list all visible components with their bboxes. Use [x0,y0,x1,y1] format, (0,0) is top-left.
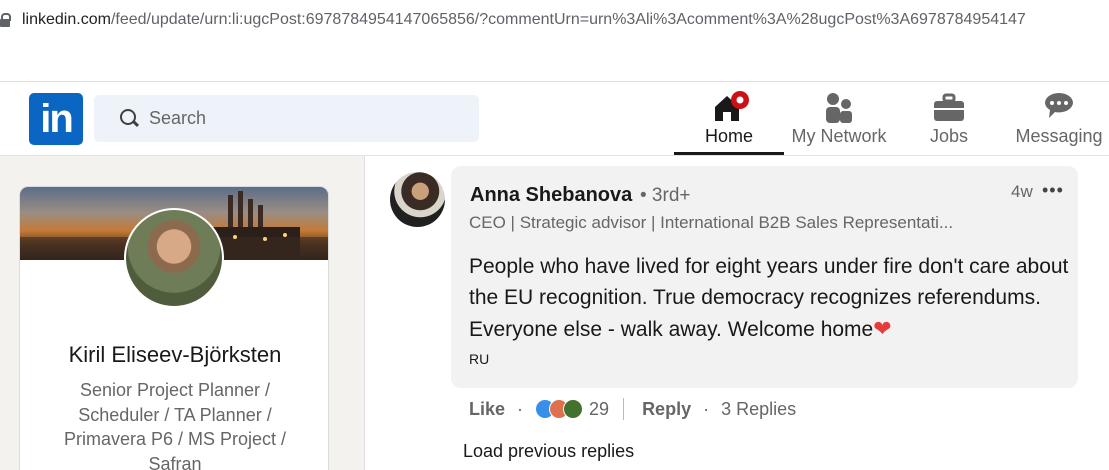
lock-icon [0,13,11,27]
nav-home[interactable]: Home [674,82,784,155]
commenter-name[interactable]: Anna Shebanova [470,184,632,207]
replies-count[interactable]: 3 Replies [721,399,796,420]
reply-button[interactable]: Reply [642,399,691,420]
nav-my-network[interactable]: My Network [786,82,892,156]
bookmarks-bar [0,40,1109,82]
url-host: linkedin.com [22,11,111,28]
profile-name[interactable]: Kiril Eliseev-Björksten [20,342,328,368]
search-input[interactable] [149,108,449,129]
support-reaction-icon [563,399,584,419]
nav-my-network-label: My Network [791,126,887,146]
more-options-icon[interactable]: ••• [1042,180,1064,201]
like-button[interactable]: Like [469,399,505,420]
search-icon [120,108,140,129]
connection-degree: • 3rd+ [640,185,691,206]
comment-actions: Like · 29 Reply · 3 Replies [469,396,796,422]
comment-text: People who have lived for eight years un… [469,251,1069,345]
profile-banner [20,187,328,308]
comment-time: 4w [1011,182,1033,201]
url-text[interactable]: linkedin.com/feed/update/urn:li:ugcPost:… [22,11,1026,29]
commenter-headline: CEO | Strategic advisor | International … [469,213,954,232]
load-previous-replies[interactable]: Load previous replies [463,441,634,462]
browser-url-bar[interactable]: linkedin.com/feed/update/urn:li:ugcPost:… [0,0,1109,40]
profile-avatar[interactable] [124,208,224,308]
nav-home-label: Home [704,126,753,146]
separator-dot: · [517,398,524,419]
linkedin-logo[interactable]: in [29,93,83,145]
nav-messaging[interactable]: Messaging [1012,82,1106,156]
nav-jobs-label: Jobs [929,126,969,146]
linkedin-header: in Home My Network Jobs [0,82,1109,156]
url-path: /feed/update/urn:li:ugcPost:697878495414… [110,11,1026,28]
reactions[interactable]: 29 [535,399,609,420]
comment-language[interactable]: RU [469,351,489,367]
search-bar[interactable] [94,95,479,142]
commenter-avatar[interactable] [390,172,445,227]
profile-headline: Senior Project Planner / Scheduler / TA … [63,380,287,470]
home-icon [715,91,749,121]
separator-dot: · [703,398,710,419]
people-icon [826,93,852,123]
profile-card: Kiril Eliseev-Björksten Senior Project P… [19,186,329,470]
nav-messaging-label: Messaging [1015,126,1103,146]
briefcase-icon [934,93,964,121]
chat-icon [1045,93,1073,118]
action-divider [623,398,625,420]
reaction-count: 29 [589,398,610,419]
heart-icon: ❤ [873,316,892,341]
nav-jobs[interactable]: Jobs [916,82,982,156]
comment-body: People who have lived for eight years un… [469,255,1069,341]
